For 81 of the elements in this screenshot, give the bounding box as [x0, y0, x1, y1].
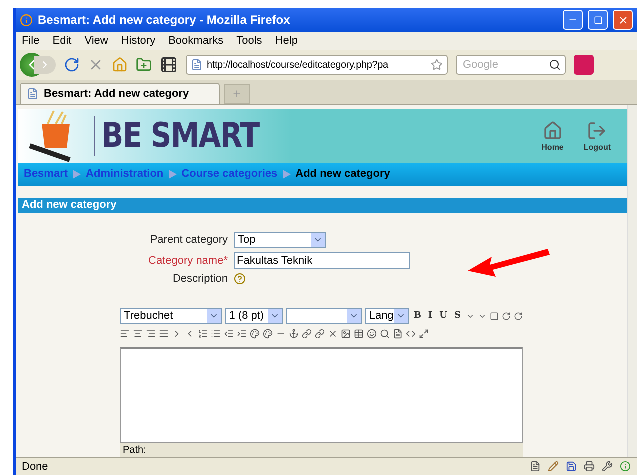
site-logo-text: BE SMART — [94, 116, 260, 156]
anchor-icon[interactable] — [289, 329, 299, 339]
link-icon[interactable] — [302, 329, 312, 339]
dropdown-caret-icon — [347, 309, 362, 323]
maximize-icon — [594, 16, 602, 24]
field-label: Parent category — [149, 234, 228, 246]
dropdown-caret-icon — [268, 309, 282, 323]
house-icon — [542, 120, 563, 141]
plus-icon — [232, 89, 242, 99]
maximize-button[interactable] — [588, 10, 608, 30]
browser-tab[interactable]: Besmart: Add new category — [20, 83, 220, 104]
indent-icon[interactable] — [237, 329, 247, 339]
info-icon[interactable] — [620, 461, 631, 472]
field-label: Description — [172, 273, 228, 285]
search-icon[interactable] — [380, 329, 390, 339]
editor-select[interactable]: Trebuchet — [120, 308, 222, 324]
outdent-icon[interactable] — [224, 329, 234, 339]
html-icon[interactable] — [406, 329, 416, 339]
table-icon[interactable] — [354, 329, 364, 339]
format-button[interactable]: B — [412, 311, 424, 321]
page-icon — [27, 88, 39, 100]
ordered-list-icon[interactable] — [198, 329, 208, 339]
format-button[interactable]: I — [426, 311, 435, 321]
search-field[interactable]: Google — [456, 55, 566, 75]
editor-path-bar: Path: — [120, 443, 523, 457]
folder-plus-icon[interactable] — [136, 57, 152, 73]
parent-category-select[interactable]: Top — [234, 232, 326, 248]
format-button[interactable]: U — [438, 311, 450, 321]
section-heading: Add new category — [18, 198, 627, 213]
printer-icon[interactable] — [584, 461, 595, 472]
help-icon[interactable] — [234, 273, 246, 285]
current-page-label: Add new category — [296, 168, 390, 180]
align-center-icon[interactable] — [133, 329, 143, 339]
dropdown-caret-icon — [394, 309, 408, 323]
wrench-icon[interactable] — [602, 461, 613, 472]
pencil-icon[interactable] — [548, 461, 559, 472]
field-label: Category name* — [148, 254, 228, 266]
bookmark-star-icon[interactable] — [431, 59, 443, 71]
editor-select[interactable] — [286, 308, 362, 324]
align-left-icon[interactable] — [120, 329, 130, 339]
close-icon — [618, 14, 628, 26]
address-bar[interactable]: http://localhost/course/editcategory.php?pa — [186, 55, 448, 75]
page-icon[interactable] — [530, 461, 541, 472]
dropdown-caret-icon — [311, 233, 325, 247]
menu-item[interactable]: View — [84, 35, 108, 47]
format-button[interactable]: S — [452, 311, 463, 321]
text-color-icon[interactable] — [250, 329, 260, 339]
close-button[interactable] — [613, 10, 633, 30]
bullet-list-icon[interactable] — [211, 329, 221, 339]
align-right-icon[interactable] — [146, 329, 156, 339]
film-icon[interactable] — [160, 56, 178, 74]
header-link[interactable]: Logout — [578, 120, 617, 152]
menu-item[interactable]: History — [121, 35, 156, 47]
logout-icon — [587, 120, 608, 141]
editor-select[interactable]: 1 (8 pt) — [225, 308, 284, 324]
category-name-input[interactable]: Fakultas Teknik — [234, 252, 410, 269]
smiley-icon[interactable] — [367, 329, 377, 339]
menu-item[interactable]: Tools — [236, 35, 262, 47]
window-title: Besmart: Add new category - Mozilla Firefox — [38, 13, 292, 27]
menu-item[interactable]: File — [22, 35, 40, 47]
separator-arrow-icon — [168, 170, 177, 179]
separator-arrow-icon — [282, 170, 291, 179]
image-icon[interactable] — [341, 329, 351, 339]
page-icon — [191, 59, 203, 71]
minimize-button[interactable] — [563, 10, 583, 30]
editor-select[interactable]: Lang — [365, 308, 409, 324]
reload-icon[interactable] — [64, 57, 80, 73]
editor-text-area[interactable] — [120, 347, 523, 443]
dropdown-caret-icon — [207, 309, 222, 323]
fullscreen-icon[interactable] — [419, 329, 429, 339]
menu-item[interactable]: Edit — [52, 35, 72, 47]
menu-item[interactable]: Help — [275, 35, 298, 47]
save-icon[interactable] — [566, 461, 577, 472]
separator-arrow-icon — [73, 170, 82, 179]
search-icon — [549, 59, 561, 71]
highlight-icon[interactable] — [263, 329, 273, 339]
header-link[interactable]: Home — [536, 120, 570, 152]
justify-icon[interactable] — [159, 329, 169, 339]
menu-item[interactable]: Bookmarks — [168, 35, 224, 47]
scrollbar[interactable] — [627, 105, 637, 457]
status-text: Done — [22, 460, 50, 472]
